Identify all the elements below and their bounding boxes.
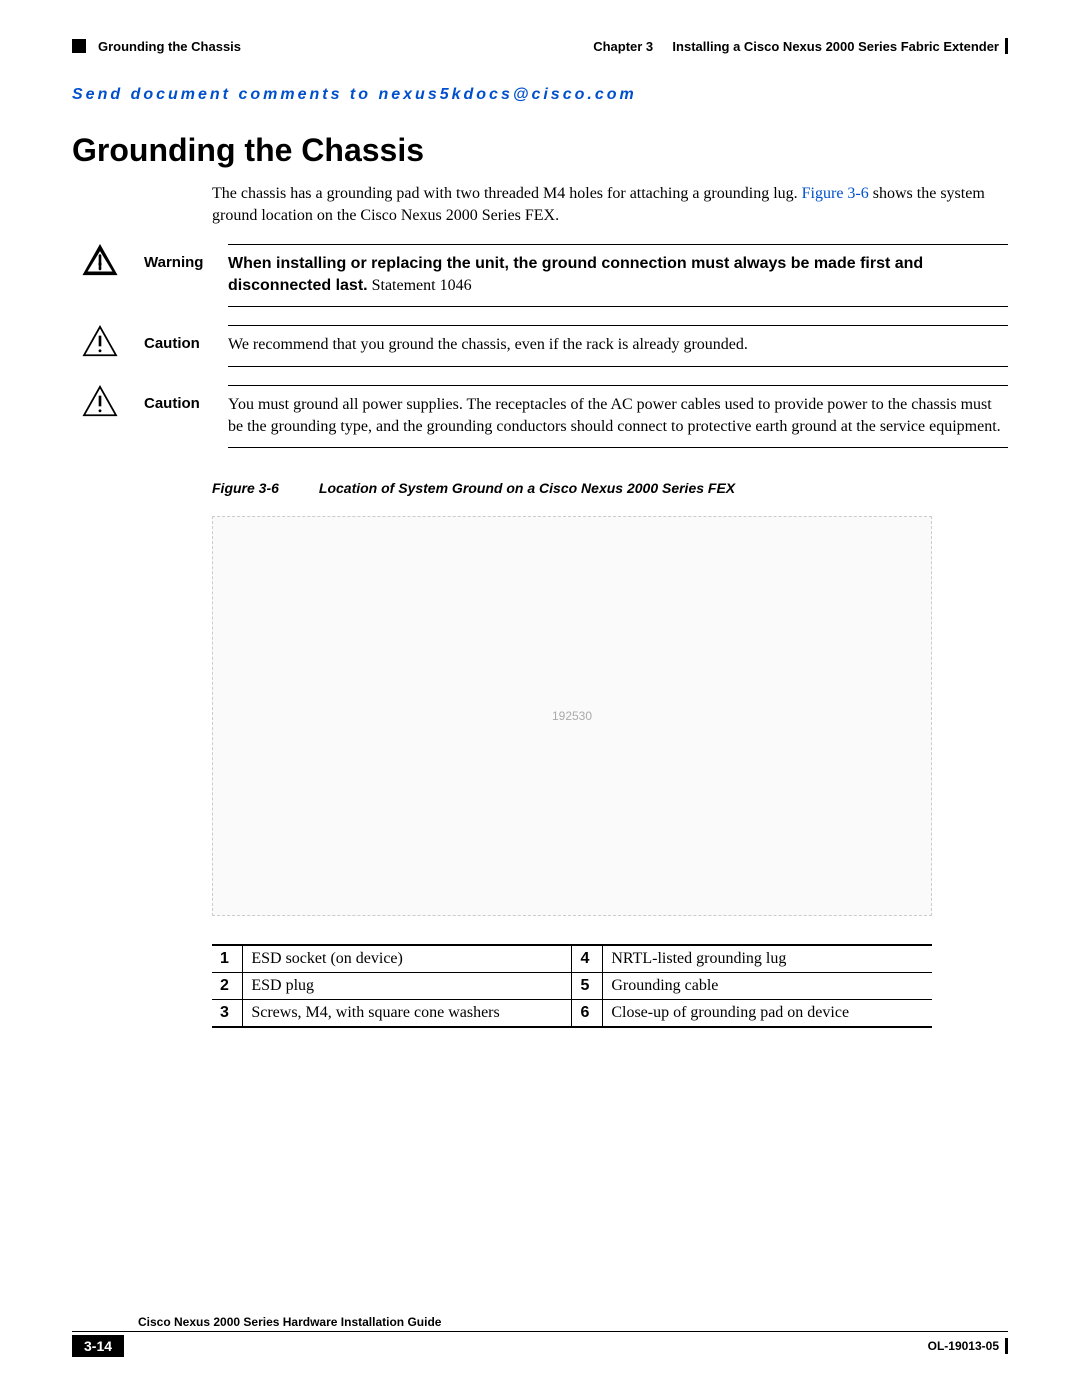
callout-num: 3 [212,1000,243,1028]
intro-paragraph: The chassis has a grounding pad with two… [212,183,1008,226]
callout-table: 1 ESD socket (on device) 4 NRTL-listed g… [212,944,932,1028]
figure-caption-text: Location of System Ground on a Cisco Nex… [319,480,735,496]
callout-num: 1 [212,945,243,973]
callout-desc: ESD socket (on device) [243,945,572,973]
header-chapter-label: Chapter 3 [593,39,653,54]
caution-label-2: Caution [144,385,212,448]
callout-desc: Close-up of grounding pad on device [603,1000,932,1028]
caution-block-2: Caution You must ground all power suppli… [72,385,1008,448]
feedback-line: Send document comments to nexus5kdocs@ci… [72,86,1008,104]
warning-bold-text: When installing or replacing the unit, t… [228,255,923,294]
callout-num: 6 [572,1000,603,1028]
callout-desc: NRTL-listed grounding lug [603,945,932,973]
warning-statement: Statement 1046 [368,277,472,294]
figure-image-id: 192530 [552,709,592,723]
callout-num: 2 [212,973,243,1000]
header-section-title: Grounding the Chassis [98,39,241,54]
caution-label-1: Caution [144,325,212,367]
intro-text-a: The chassis has a grounding pad with two… [212,185,802,202]
table-row: 2 ESD plug 5 Grounding cable [212,973,932,1000]
page-footer: Cisco Nexus 2000 Series Hardware Install… [72,1315,1008,1357]
header-chapter-title: Installing a Cisco Nexus 2000 Series Fab… [672,39,999,54]
footer-doc-id: OL-19013-05 [928,1339,999,1353]
caution-body-2: You must ground all power supplies. The … [228,385,1008,448]
footer-guide-title: Cisco Nexus 2000 Series Hardware Install… [138,1315,441,1329]
figure-label: Figure 3-6 [212,480,279,496]
header-marker-icon [72,39,86,53]
figure-image: 192530 [212,516,932,916]
figure-link[interactable]: Figure 3-6 [802,185,869,202]
warning-block: Warning When installing or replacing the… [72,244,1008,307]
callout-num: 5 [572,973,603,1000]
figure-caption: Figure 3-6 Location of System Ground on … [212,480,1008,496]
caution-icon [82,385,118,417]
warning-body: When installing or replacing the unit, t… [228,244,1008,307]
page-title: Grounding the Chassis [72,132,1008,169]
caution-block-1: Caution We recommend that you ground the… [72,325,1008,367]
warning-icon [82,244,118,276]
callout-desc: ESD plug [243,973,572,1000]
warning-label: Warning [144,244,212,307]
caution-body-1: We recommend that you ground the chassis… [228,325,1008,367]
table-row: 3 Screws, M4, with square cone washers 6… [212,1000,932,1028]
footer-bar-icon [1005,1338,1008,1354]
table-row: 1 ESD socket (on device) 4 NRTL-listed g… [212,945,932,973]
header-bar-icon [1005,38,1008,54]
page-header: Grounding the Chassis Chapter 3 Installi… [72,38,1008,54]
page-number: 3-14 [72,1335,124,1357]
caution-icon [82,325,118,357]
callout-num: 4 [572,945,603,973]
callout-desc: Grounding cable [603,973,932,1000]
callout-desc: Screws, M4, with square cone washers [243,1000,572,1028]
